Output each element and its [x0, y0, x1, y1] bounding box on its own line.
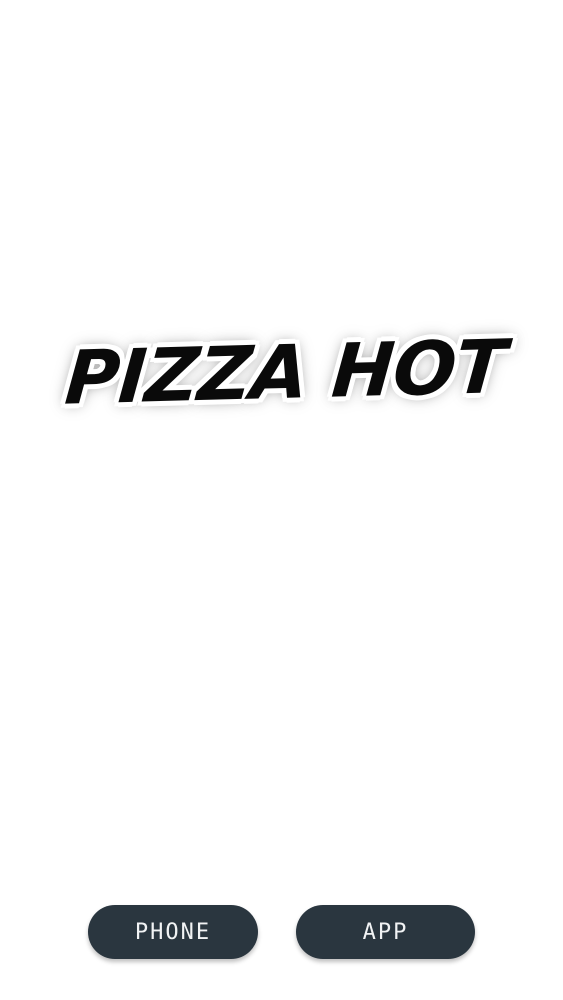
splash-screen: PIZZA HOT PHONE APP: [0, 0, 563, 1000]
app-logo: PIZZA HOT: [0, 318, 563, 428]
logo-text: PIZZA HOT: [62, 324, 509, 422]
phone-button[interactable]: PHONE: [88, 905, 258, 959]
app-button[interactable]: APP: [296, 905, 475, 959]
